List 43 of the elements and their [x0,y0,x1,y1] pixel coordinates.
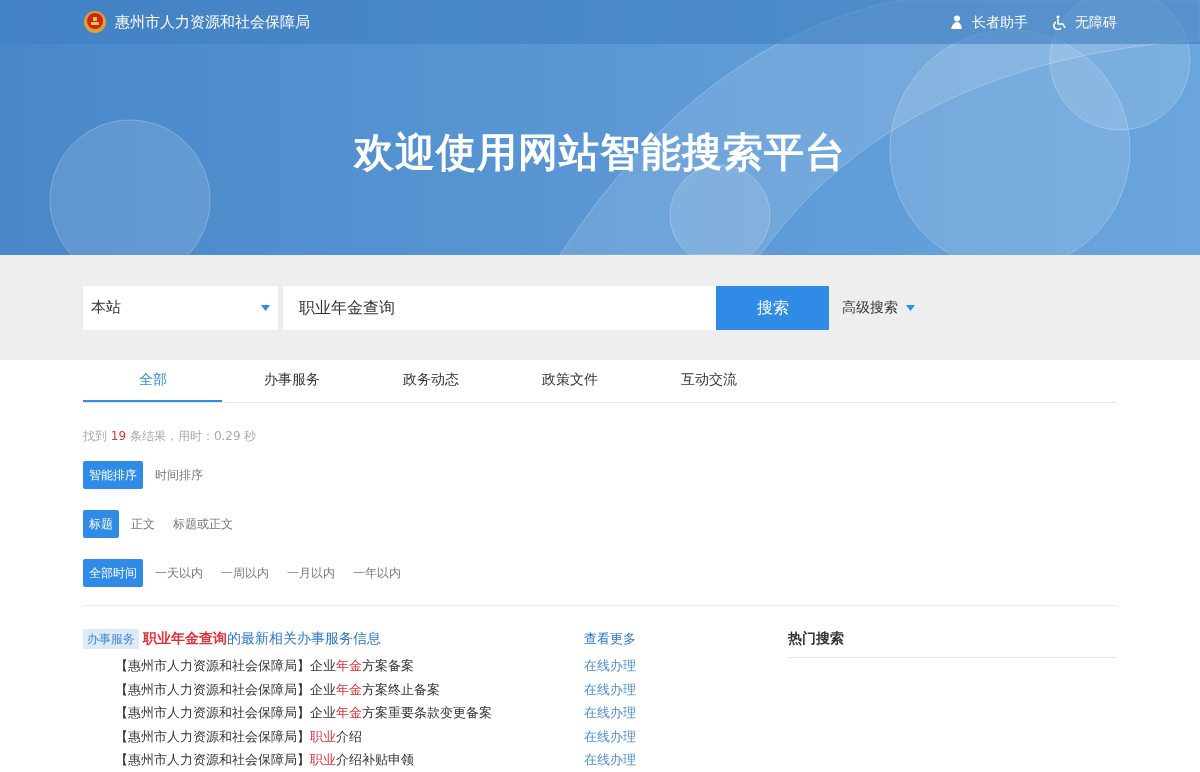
result-tab[interactable]: 办事服务 [222,359,361,402]
advanced-search-link[interactable]: 高级搜索 [842,297,915,318]
caret-icon [906,304,915,311]
result-tab[interactable]: 全部 [83,359,222,402]
emblem-icon [83,10,107,34]
filter-option[interactable]: 全部时间 [83,559,143,587]
filter-option[interactable]: 标题或正文 [167,510,239,538]
filter-option[interactable]: 一月以内 [281,559,341,587]
filter-option[interactable]: 智能排序 [83,461,143,489]
service-item-link[interactable]: 【惠州市人力资源和社会保障局】企业年金方案终止备案 [115,680,440,700]
online-service-link[interactable]: 在线办理 [584,727,637,747]
online-service-link[interactable]: 在线办理 [584,680,637,700]
filter-option[interactable]: 一周以内 [215,559,275,587]
elder-person-icon [949,14,964,30]
online-service-link[interactable]: 在线办理 [584,657,637,677]
result-summary: 找到 19 条结果，用时：0.29 秒 [83,428,258,445]
service-item-link[interactable]: 【惠州市人力资源和社会保障局】职业介绍 [115,727,362,747]
filter-option[interactable]: 一天以内 [149,559,209,587]
service-item-link[interactable]: 【惠州市人力资源和社会保障局】企业年金方案备案 [115,657,414,677]
filter-option[interactable]: 正文 [125,510,161,538]
site-name: 惠州市人力资源和社会保障局 [115,11,310,33]
filter-option[interactable]: 时间排序 [149,461,209,489]
search-button[interactable]: 搜索 [716,285,829,330]
result-tab[interactable]: 互动交流 [639,359,778,402]
result-tab[interactable]: 政策文件 [500,359,639,402]
hot-search-title: 热门搜索 [788,629,846,648]
banner-title: 欢迎使用网站智能搜索平台 [354,128,846,177]
view-more-link[interactable]: 查看更多 [584,628,637,649]
filter-option[interactable]: 标题 [83,510,119,538]
accessibility-link[interactable]: 无障碍 [1075,11,1117,33]
service-item-link[interactable]: 【惠州市人力资源和社会保障局】企业年金方案重要条款变更备案 [115,704,492,724]
elder-assistant-link[interactable]: 长者助手 [972,11,1028,33]
wheelchair-icon [1052,14,1067,30]
online-service-link[interactable]: 在线办理 [584,751,637,771]
caret-icon [261,304,270,311]
search-field[interactable]: 职业年金查询 [283,285,716,330]
online-service-link[interactable]: 在线办理 [584,704,637,724]
result-tab[interactable]: 政务动态 [361,359,500,402]
filter-option[interactable]: 一年以内 [347,559,407,587]
category-tag: 办事服务 [83,628,139,649]
service-heading[interactable]: 职业年金查询的最新相关办事服务信息 [143,628,381,649]
scope-select[interactable]: 本站 [83,285,278,330]
service-item-link[interactable]: 【惠州市人力资源和社会保障局】职业介绍补贴申领 [115,751,414,771]
